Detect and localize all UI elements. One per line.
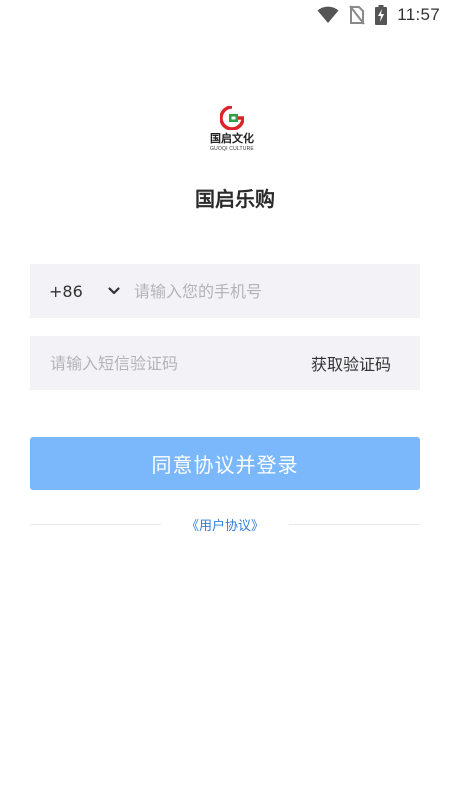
login-screen: 11:57 国启文化 GUOQI CULTURE 国启乐购 +86 获取验证码 … [0, 0, 450, 800]
status-bar: 11:57 [0, 0, 450, 30]
country-code-selector[interactable]: +86 [49, 282, 107, 301]
sms-code-input[interactable] [50, 343, 311, 383]
sms-code-field: 获取验证码 [30, 336, 420, 390]
phone-number-input[interactable] [134, 271, 420, 311]
agree-and-login-button[interactable]: 同意协议并登录 [30, 437, 420, 490]
status-icons: 11:57 [317, 4, 440, 26]
phone-field: +86 [30, 264, 420, 318]
divider-left [30, 523, 161, 525]
get-code-button[interactable]: 获取验证码 [311, 351, 391, 375]
brand-name: 国启文化 [210, 132, 254, 145]
wifi-icon [317, 6, 339, 24]
brand-logo-mark-icon [220, 106, 244, 130]
agreement-row: 《用户协议》 [30, 514, 421, 534]
app-title: 国启乐购 [195, 187, 275, 211]
battery-charging-icon [375, 5, 388, 25]
status-time: 11:57 [397, 5, 440, 24]
user-agreement-link[interactable]: 《用户协议》 [161, 515, 289, 534]
brand-subtitle: GUOQI CULTURE [210, 146, 254, 152]
chevron-down-icon[interactable] [107, 284, 121, 298]
brand-logo: 国启文化 GUOQI CULTURE [203, 106, 261, 156]
divider-right [289, 523, 421, 525]
no-sim-icon [349, 5, 366, 25]
